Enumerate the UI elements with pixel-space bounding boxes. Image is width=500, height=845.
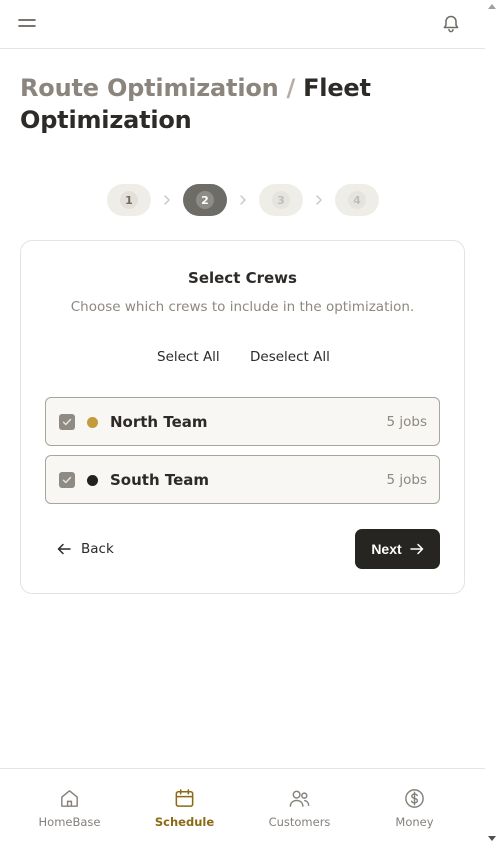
nav-item-money[interactable]: Money: [357, 769, 472, 845]
step-4-number: 4: [348, 191, 366, 209]
chevron-right-icon: [164, 195, 170, 205]
crew-color-dot: [87, 417, 98, 428]
nav-label: Schedule: [154, 815, 215, 829]
deselect-all-button[interactable]: Deselect All: [250, 349, 330, 365]
step-1[interactable]: 1: [107, 184, 151, 216]
breadcrumb-separator: /: [286, 74, 296, 102]
nav-item-customers[interactable]: Customers: [242, 769, 357, 845]
crew-job-count: 5 jobs: [386, 414, 428, 430]
scroll-up-icon[interactable]: [488, 4, 496, 9]
back-button-label: Back: [81, 541, 114, 557]
nav-label: Money: [395, 815, 434, 829]
crew-checkbox[interactable]: [59, 414, 75, 430]
back-button[interactable]: Back: [57, 539, 114, 559]
step-2-number: 2: [196, 191, 214, 209]
arrow-right-icon: [409, 543, 423, 555]
top-bar: [0, 0, 485, 49]
step-3: 3: [259, 184, 303, 216]
nav-item-homebase[interactable]: HomeBase: [12, 769, 127, 845]
vertical-scrollbar[interactable]: [485, 0, 500, 845]
arrow-left-icon: [57, 543, 71, 555]
card-title: Select Crews: [188, 269, 297, 287]
crew-row-south-team[interactable]: South Team 5 jobs: [45, 455, 440, 504]
crew-job-count: 5 jobs: [386, 472, 428, 488]
check-icon: [62, 476, 72, 484]
bell-icon[interactable]: [441, 13, 461, 33]
card-subtitle: Choose which crews to include in the opt…: [70, 299, 415, 315]
users-icon: [289, 790, 310, 807]
step-1-number: 1: [120, 191, 138, 209]
hamburger-menu-icon[interactable]: [18, 16, 36, 30]
wizard-stepper: 1 2 3 4: [107, 184, 379, 216]
next-button-label: Next: [371, 541, 402, 557]
crew-row-north-team[interactable]: North Team 5 jobs: [45, 397, 440, 446]
page-title: Route Optimization / Fleet Optimization: [20, 72, 460, 136]
calendar-icon: [175, 789, 194, 807]
step-4: 4: [335, 184, 379, 216]
nav-label: Customers: [268, 815, 331, 829]
app-viewport: Route Optimization / Fleet Optimization 1 …: [0, 0, 485, 845]
crew-checkbox[interactable]: [59, 472, 75, 488]
next-button[interactable]: Next: [355, 529, 440, 569]
breadcrumb-parent[interactable]: Route Optimization: [20, 74, 279, 102]
step-2[interactable]: 2: [183, 184, 227, 216]
check-icon: [62, 418, 72, 426]
nav-label: HomeBase: [38, 815, 101, 829]
crew-color-dot: [87, 475, 98, 486]
home-icon: [61, 790, 78, 807]
select-all-button[interactable]: Select All: [157, 349, 220, 365]
scroll-down-icon[interactable]: [488, 836, 496, 841]
nav-item-schedule[interactable]: Schedule: [127, 769, 242, 845]
step-separator: [151, 195, 183, 205]
crew-name: South Team: [110, 471, 210, 489]
step-3-number: 3: [272, 191, 290, 209]
bottom-navigation: HomeBase Schedule Customers Money: [0, 768, 485, 845]
select-crews-card: Select Crews Choose which crews to inclu…: [20, 240, 465, 594]
crew-name: North Team: [110, 413, 208, 431]
step-separator: [227, 195, 259, 205]
chevron-right-icon: [316, 195, 322, 205]
chevron-right-icon: [240, 195, 246, 205]
step-separator: [303, 195, 335, 205]
dollar-circle-icon: [405, 789, 424, 808]
